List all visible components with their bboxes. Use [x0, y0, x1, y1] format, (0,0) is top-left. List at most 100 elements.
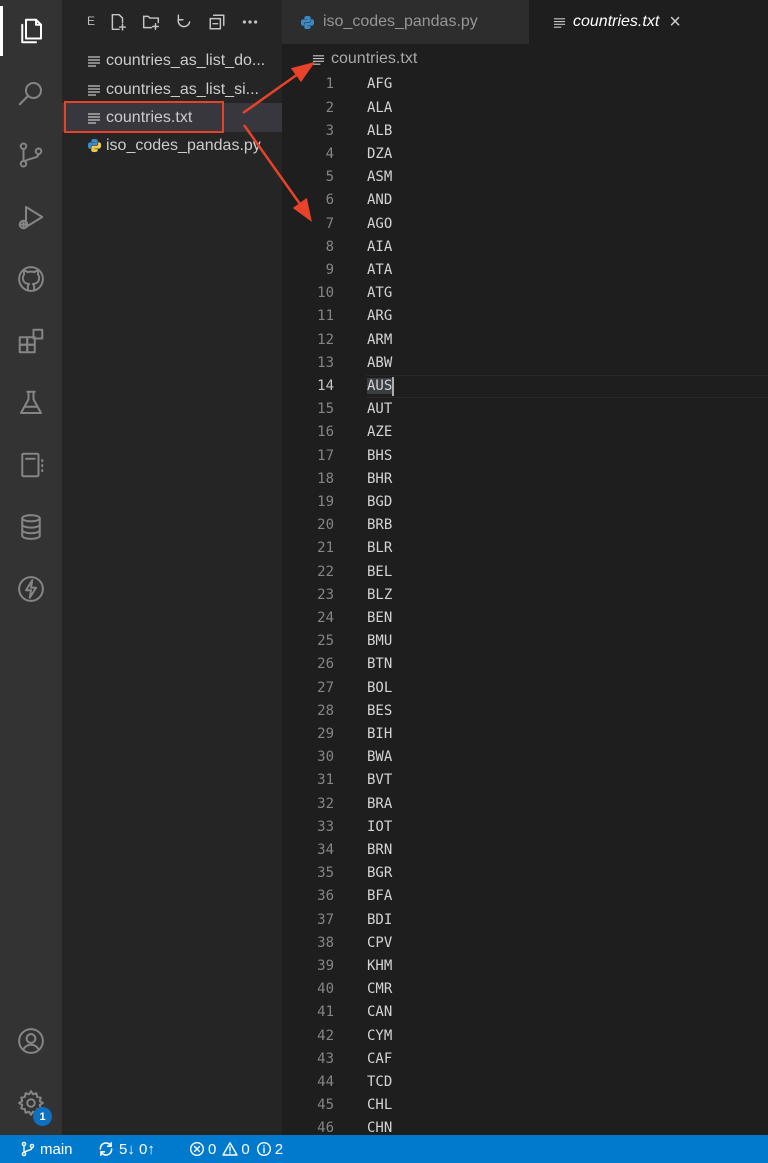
code-line[interactable]: ABW — [367, 352, 392, 375]
warning-count: 0 — [241, 1140, 250, 1158]
new-folder-icon[interactable] — [140, 11, 162, 33]
code-line[interactable]: CHL — [367, 1094, 392, 1117]
collapse-all-icon[interactable] — [206, 11, 228, 33]
breadcrumb[interactable]: countries.txt — [282, 44, 768, 74]
line-number: 40 — [317, 981, 334, 998]
line-number: 37 — [317, 911, 334, 928]
line-number: 11 — [317, 308, 334, 325]
code-line[interactable]: CAN — [367, 1001, 392, 1024]
source-control-icon[interactable] — [0, 130, 62, 180]
tab-countries-txt[interactable]: countries.txt × — [529, 0, 768, 44]
line-number: 23 — [317, 586, 334, 603]
line-number: 36 — [317, 888, 334, 905]
code-line[interactable]: BLZ — [367, 584, 392, 607]
text-cursor — [392, 377, 395, 396]
code-line[interactable]: AFG — [367, 74, 392, 97]
code-line[interactable]: BLR — [367, 537, 392, 560]
file-item[interactable]: countries_as_list_do... — [62, 46, 282, 75]
code-line[interactable]: BIH — [367, 723, 392, 746]
files-icon[interactable] — [0, 6, 62, 56]
lightning-icon[interactable] — [0, 564, 62, 614]
account-icon[interactable] — [0, 1016, 62, 1066]
file-item[interactable]: countries_as_list_si... — [62, 75, 282, 104]
code-line[interactable]: ALB — [367, 120, 392, 143]
code-text: CHN — [367, 1120, 393, 1135]
code-text: KHM — [367, 958, 393, 974]
code-line[interactable]: ASM — [367, 166, 392, 189]
code-text: AGO — [367, 215, 393, 232]
code-line[interactable]: AZE — [367, 421, 392, 444]
database-icon[interactable] — [0, 502, 62, 552]
code-line[interactable]: BMU — [367, 630, 392, 653]
file-item[interactable]: iso_codes_pandas.py — [62, 131, 282, 160]
code-line[interactable]: CAF — [367, 1048, 392, 1071]
code-line[interactable]: DZA — [367, 143, 392, 166]
code-text: AND — [367, 192, 393, 209]
text-editor[interactable]: 1 AFG 2 ALA 3 ALB 4 DZA 5 ASM 6 AND 7 AGO 8 AIA 9 ATA 10 AT… — [282, 74, 768, 1135]
code-line[interactable]: BEL — [367, 561, 392, 584]
sync-indicator[interactable]: 5↓ 0↑ — [97, 1135, 155, 1163]
code-line[interactable]: BEN — [367, 607, 392, 630]
code-line[interactable]: AIA — [367, 236, 392, 259]
code-line[interactable]: BDI — [367, 909, 392, 932]
code-line[interactable]: ARM — [367, 329, 392, 352]
text-file-icon — [312, 53, 325, 66]
new-file-icon[interactable] — [107, 11, 129, 33]
code-line[interactable]: CHN — [367, 1117, 392, 1135]
code-text: BLZ — [367, 586, 393, 603]
code-text: BHS — [367, 447, 393, 464]
tab-label: countries.txt — [573, 13, 660, 30]
code-line[interactable]: KHM — [367, 955, 392, 978]
code-line[interactable]: BVT — [367, 769, 392, 792]
code-line[interactable]: TCD — [367, 1071, 392, 1094]
code-text: BGD — [367, 494, 393, 510]
code-line[interactable]: BHR — [367, 468, 392, 491]
code-line[interactable]: ATA — [367, 259, 392, 282]
code-line[interactable]: AUS — [367, 375, 393, 398]
explorer-toolbar: E — [62, 0, 282, 44]
code-line[interactable]: AUT — [367, 398, 392, 421]
code-line[interactable]: BRN — [367, 839, 392, 862]
more-actions-icon[interactable] — [239, 11, 261, 33]
code-line[interactable]: BHS — [367, 445, 392, 468]
code-line[interactable]: CPV — [367, 932, 392, 955]
code-line[interactable]: BOL — [367, 677, 392, 700]
close-tab-icon[interactable]: × — [669, 11, 681, 34]
activity-bar: 1 — [0, 0, 62, 1135]
code-text: AUS — [367, 378, 393, 394]
line-number: 38 — [317, 934, 334, 951]
code-line[interactable]: BFA — [367, 885, 392, 908]
tab-iso-codes-pandas[interactable]: iso_codes_pandas.py — [282, 0, 529, 44]
run-debug-icon[interactable] — [0, 192, 62, 242]
branch-indicator[interactable]: main — [20, 1135, 73, 1163]
code-line[interactable]: CMR — [367, 978, 392, 1001]
code-line[interactable]: BES — [367, 700, 392, 723]
code-line[interactable]: BGD — [367, 491, 392, 514]
code-line[interactable]: ARG — [367, 305, 392, 328]
code-text: IOT — [367, 818, 393, 835]
code-text: ARM — [367, 331, 393, 348]
code-line[interactable]: BRB — [367, 514, 392, 537]
code-line[interactable]: IOT — [367, 816, 392, 839]
current-line-highlight — [366, 375, 768, 398]
code-line[interactable]: AND — [367, 189, 392, 212]
settings-gear-icon[interactable]: 1 — [0, 1078, 62, 1128]
problems-indicator[interactable]: 0 0 2 — [189, 1135, 283, 1163]
code-line[interactable]: AGO — [367, 213, 392, 236]
line-number: 16 — [317, 424, 334, 441]
code-line[interactable]: ALA — [367, 97, 392, 120]
testing-icon[interactable] — [0, 378, 62, 428]
code-line[interactable]: BTN — [367, 653, 392, 676]
code-line[interactable]: ATG — [367, 282, 392, 305]
extensions-icon[interactable] — [0, 316, 62, 366]
refresh-icon[interactable] — [173, 11, 195, 33]
notebook-icon[interactable] — [0, 440, 62, 490]
github-icon[interactable] — [0, 254, 62, 304]
code-line[interactable]: BGR — [367, 862, 392, 885]
code-line[interactable]: BWA — [367, 746, 392, 769]
search-icon[interactable] — [0, 68, 62, 118]
code-line[interactable]: BRA — [367, 793, 392, 816]
tab-label: iso_codes_pandas.py — [323, 13, 478, 30]
code-text: BMU — [367, 633, 393, 650]
code-line[interactable]: CYM — [367, 1025, 392, 1048]
